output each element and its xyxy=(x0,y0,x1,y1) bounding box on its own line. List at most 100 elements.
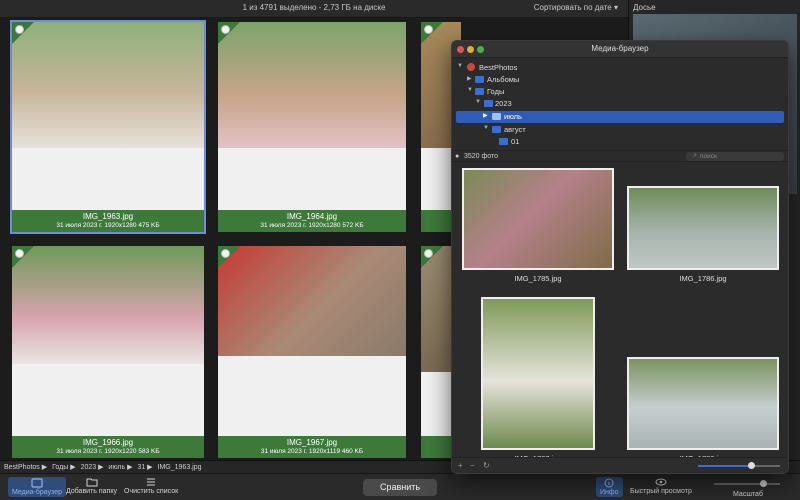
tree-item-01[interactable]: 01 xyxy=(452,136,788,148)
media-thumbnail[interactable] xyxy=(627,357,779,450)
quick-view-label: Быстрый просмотр xyxy=(630,488,692,495)
folder-icon xyxy=(484,100,493,107)
folder-icon xyxy=(475,88,484,95)
thumbnail-size-knob[interactable] xyxy=(748,462,755,469)
add-folder-label: Добавить папку xyxy=(66,488,117,495)
tree-item-label: Годы xyxy=(487,87,505,96)
library-icon xyxy=(467,63,475,71)
folder-tree: ▼ BestPhotos ▶ Альбомы ▼ Годы ▼ 2023 ▶ и… xyxy=(452,58,788,150)
media-browser-icon xyxy=(31,478,43,488)
photo-thumbnail xyxy=(218,22,406,148)
tree-item-2023[interactable]: ▼ 2023 xyxy=(452,98,788,110)
zoom-track[interactable] xyxy=(714,483,780,485)
photo-caption: IMG_1964.jpg 31 июля 2023 г. 1920x1280 5… xyxy=(218,210,406,232)
library-header: 1 из 4791 выделено - 2,73 ГБ на диске Со… xyxy=(0,0,628,18)
flag-icon[interactable] xyxy=(15,249,24,258)
media-thumbnail[interactable] xyxy=(481,297,595,450)
breadcrumb-item[interactable]: июль ▶ xyxy=(108,464,132,471)
corner-badge xyxy=(12,246,34,268)
photo-filename: IMG_1964.jpg xyxy=(286,212,338,221)
media-browser-grid: IMG_1785.jpg IMG_1786.jpg IMG_1787.jpg I… xyxy=(452,162,788,463)
search-input[interactable]: поиск xyxy=(686,152,784,161)
breadcrumb-item[interactable]: Годы ▶ xyxy=(52,464,76,471)
photo-filename: IMG_1966.jpg xyxy=(82,438,134,447)
folder-plus-icon xyxy=(86,478,97,487)
tree-item-label: 01 xyxy=(511,137,520,146)
tree-item-july[interactable]: ▶ июль xyxy=(456,111,784,123)
zoom-knob[interactable] xyxy=(760,480,767,487)
add-folder-button[interactable]: Добавить папку xyxy=(66,477,117,495)
folder-icon xyxy=(499,138,508,145)
list-icon xyxy=(147,478,156,486)
sort-dropdown[interactable]: Сортировать по дате ▾ xyxy=(534,3,618,12)
clear-list-label: Очистить список xyxy=(124,488,179,495)
dossier-title: Досье xyxy=(633,3,656,12)
photo-card[interactable]: IMG_1963.jpg 31 июля 2023 г. 1920x1280 4… xyxy=(10,20,206,234)
photo-filename: IMG_1963.jpg xyxy=(82,212,134,221)
photo-thumbnail xyxy=(218,246,406,356)
breadcrumb-item[interactable]: 31 ▶ xyxy=(137,464,152,471)
bottom-toolbar: Медиа-браузер Добавить папку Очистить сп… xyxy=(0,473,800,500)
flag-icon[interactable] xyxy=(15,25,24,34)
photo-meta: 31 июля 2023 г. 1920x1280 572 KБ xyxy=(260,222,364,229)
flag-icon[interactable] xyxy=(221,249,230,258)
compare-button[interactable]: Сравнить xyxy=(363,479,437,496)
corner-badge xyxy=(218,22,240,44)
tree-item-label: июль xyxy=(504,112,522,121)
thumbnail-size-slider[interactable] xyxy=(698,465,754,467)
media-browser-titlebar[interactable]: Медиа-браузер xyxy=(452,41,788,58)
photo-card[interactable]: IMG_1964.jpg 31 июля 2023 г. 1920x1280 5… xyxy=(218,22,406,232)
media-thumbnail[interactable] xyxy=(627,186,779,270)
tree-item-august[interactable]: ▼ август xyxy=(452,124,788,136)
breadcrumb-item[interactable]: 2023 ▶ xyxy=(81,464,104,471)
clear-list-button[interactable]: Очистить список xyxy=(124,477,178,495)
thumbnail-size-track[interactable] xyxy=(754,465,780,467)
media-thumbnail-label: IMG_1786.jpg xyxy=(679,274,727,283)
media-browser-title: Медиа-браузер xyxy=(591,44,649,53)
photo-thumbnail xyxy=(12,22,204,148)
media-thumbnail[interactable] xyxy=(462,168,614,270)
info-button[interactable]: Инфо xyxy=(596,477,623,497)
media-browser-footer: + − ↻ xyxy=(452,457,788,473)
refresh-icon[interactable]: ↻ xyxy=(483,461,490,470)
breadcrumb-item[interactable]: IMG_1963.jpg xyxy=(158,464,202,471)
flag-icon[interactable] xyxy=(424,25,433,34)
quick-view-button[interactable]: Быстрый просмотр xyxy=(630,477,692,495)
photo-count: 3520 фото xyxy=(464,153,499,160)
flag-icon[interactable] xyxy=(221,25,230,34)
tree-item-albums[interactable]: ▶ Альбомы xyxy=(452,74,788,86)
tree-item-label: BestPhotos xyxy=(479,63,518,72)
tree-item-label: август xyxy=(504,125,526,134)
media-browser-window: Медиа-браузер ▼ BestPhotos ▶ Альбомы ▼ Г… xyxy=(451,40,789,474)
photo-filename: IMG_1967.jpg xyxy=(286,438,338,447)
add-icon[interactable]: + xyxy=(458,461,463,470)
folder-icon xyxy=(475,76,484,83)
photo-thumbnail xyxy=(12,246,204,364)
photo-meta: 31 июля 2023 г. 1920x1119 460 KБ xyxy=(260,448,364,455)
tree-item-label: Альбомы xyxy=(487,75,520,84)
flag-icon[interactable] xyxy=(424,249,433,258)
corner-badge xyxy=(421,22,443,44)
search-icon: ⌕ xyxy=(693,152,697,159)
info-icon xyxy=(604,478,614,488)
breadcrumb-item[interactable]: BestPhotos ▶ xyxy=(4,464,47,471)
photos-icon: ● xyxy=(455,153,460,160)
media-thumbnail-label: IMG_1785.jpg xyxy=(514,274,562,283)
media-browser-label: Медиа-браузер xyxy=(12,489,63,496)
remove-icon[interactable]: − xyxy=(470,461,475,470)
photo-card[interactable]: IMG_1966.jpg 31 июля 2023 г. 1920x1220 5… xyxy=(12,246,204,458)
photo-meta: 31 июля 2023 г. 1920x1220 583 KБ xyxy=(56,448,160,455)
eye-icon xyxy=(655,478,667,486)
media-browser-button[interactable]: Медиа-браузер xyxy=(8,477,67,497)
photo-caption: IMG_1966.jpg 31 июля 2023 г. 1920x1220 5… xyxy=(12,436,204,458)
corner-badge xyxy=(218,246,240,268)
zoom-label: Масштаб xyxy=(733,491,763,498)
photo-card[interactable]: IMG_1967.jpg 31 июля 2023 г. 1920x1119 4… xyxy=(218,246,406,458)
tree-item-years[interactable]: ▼ Годы xyxy=(452,86,788,98)
tree-item-bestphotos[interactable]: ▼ BestPhotos xyxy=(452,62,788,74)
folder-icon xyxy=(492,113,501,120)
photo-caption: IMG_1967.jpg 31 июля 2023 г. 1920x1119 4… xyxy=(218,436,406,458)
corner-badge xyxy=(421,246,443,268)
tree-item-label: 2023 xyxy=(495,99,512,108)
photo-caption: IMG_1963.jpg 31 июля 2023 г. 1920x1280 4… xyxy=(12,210,204,232)
